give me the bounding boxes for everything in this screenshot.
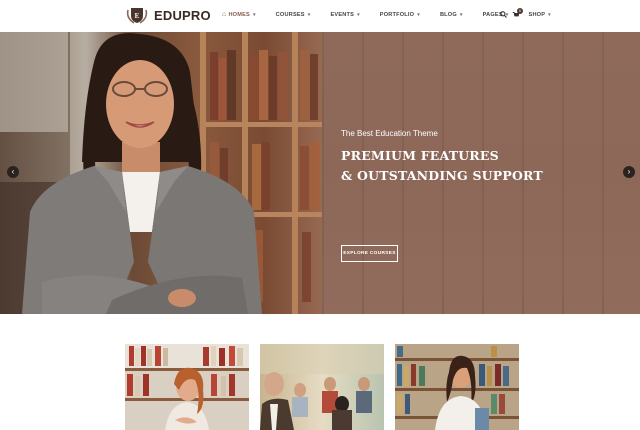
svg-text:E: E [135,12,140,20]
hero-title-line: & OUTSTANDING SUPPORT [341,168,543,183]
nav-label: EVENTS [330,11,355,18]
classroom-image [260,344,384,430]
teacher-portrait-image [22,33,262,314]
slider-next-button[interactable]: › [623,166,635,178]
nav-label: COURSES [275,11,305,18]
chevron-down-icon: ▾ [417,11,420,18]
nav-label: BLOG [439,11,457,18]
site-header: E EDUPRO ⌂ HOMES ▾ COURSES ▾ EVENTS ▾ PO… [0,0,640,32]
course-card-image[interactable] [260,344,384,430]
search-icon[interactable] [500,11,507,18]
chevron-right-icon: › [627,167,631,176]
course-card-image[interactable] [125,344,249,430]
nav-label: PORTFOLIO [379,11,415,18]
chevron-down-icon: ▾ [357,11,360,18]
nav-item-portfolio[interactable]: PORTFOLIO ▾ [380,12,420,18]
home-icon: ⌂ [222,11,227,18]
student-library-image [125,344,249,430]
hero-title: PREMIUM FEATURES & OUTSTANDING SUPPORT [341,146,543,186]
chevron-down-icon: ▾ [252,11,256,18]
nav-item-blog[interactable]: BLOG ▾ [440,12,463,18]
nav-item-courses[interactable]: COURSES ▾ [276,12,311,18]
hero-slider: The Best Education Theme PREMIUM FEATURE… [0,32,640,314]
explore-courses-button[interactable]: EXPLORE COURSES [341,245,398,262]
nav-label: SHOP [528,11,546,18]
cart-count-badge: 0 [517,8,523,14]
nav-label: HOMES [228,11,250,18]
hero-title-line: PREMIUM FEATURES [341,148,499,163]
slider-prev-button[interactable]: ‹ [7,166,19,178]
course-card-image[interactable] [395,344,519,430]
logo-crest-icon: E [126,8,148,24]
chevron-down-icon: ▾ [307,11,311,18]
hero-kicker: The Best Education Theme [341,129,438,138]
chevron-left-icon: ‹ [11,167,15,176]
nav-item-shop[interactable]: SHOP ▾ [529,12,551,18]
nav-item-homes[interactable]: ⌂ HOMES ▾ [222,11,256,18]
brand-name: EDUPRO [154,7,211,23]
logo[interactable]: E EDUPRO [124,4,211,26]
chevron-down-icon: ▾ [459,11,463,18]
chevron-down-icon: ▾ [548,11,551,18]
nav-item-events[interactable]: EVENTS ▾ [330,12,359,18]
student-bookshelf-image [395,344,519,430]
